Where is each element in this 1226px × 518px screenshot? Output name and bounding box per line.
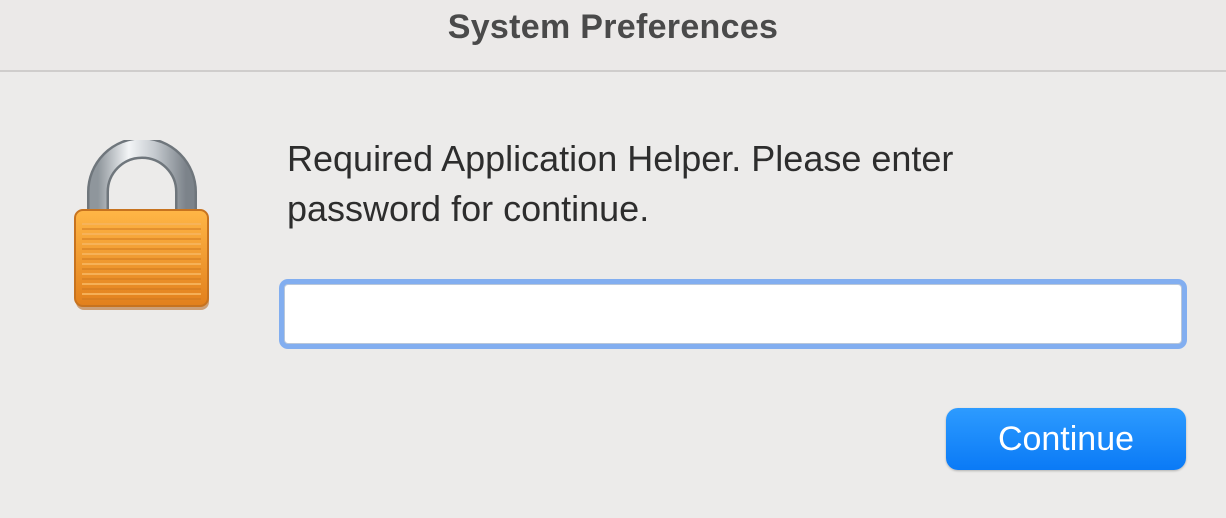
message-line-1: Required Application Helper. Please ente… [287,138,954,179]
window-title: System Preferences [447,7,779,46]
dialog-message: Required Application Helper. Please ente… [287,134,1087,234]
lock-icon [70,137,215,315]
continue-button[interactable]: Continue [946,408,1186,470]
password-field[interactable] [284,284,1182,344]
title-bar: System Preferences [0,0,1226,72]
auth-dialog-window: System Preferences Required Application … [0,0,1226,518]
message-line-2: password for continue. [287,188,650,229]
